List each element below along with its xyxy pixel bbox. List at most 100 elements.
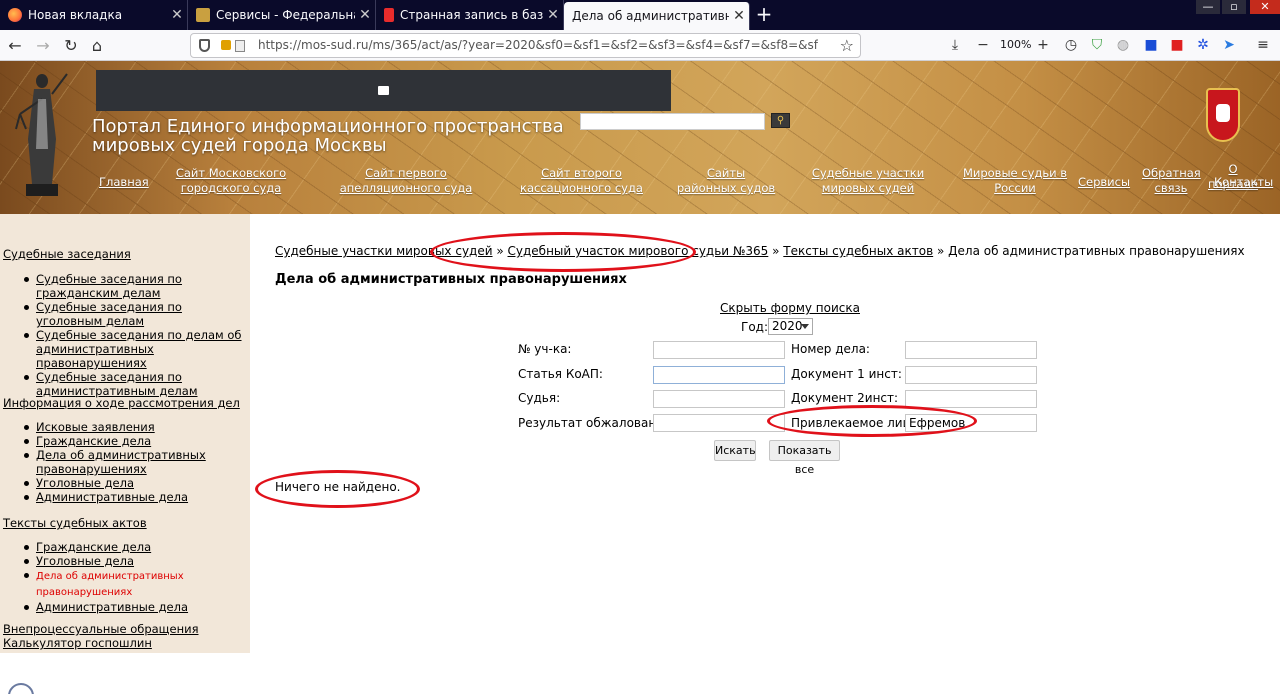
portal-title[interactable]: Портал Единого информационного пространс… [92, 117, 564, 155]
sidebar-item-sessions-admin-offenses[interactable]: Судебные заседания по делам об администр… [36, 328, 242, 370]
list-item: Административные дела [22, 600, 222, 614]
judge-input[interactable] [653, 390, 785, 408]
annotation-ellipse-no-results [255, 470, 420, 508]
year-value: 2020 [772, 319, 803, 333]
sidebar-item-sessions-criminal[interactable]: Судебные заседания по уголовным делам [36, 300, 182, 328]
bookmark-star-icon[interactable]: ☆ [840, 36, 854, 55]
sidebar-item-acts-administrative[interactable]: Административные дела [36, 600, 188, 614]
cursor-icon[interactable]: ➤ [1220, 36, 1238, 54]
sidebar-item-acts-criminal[interactable]: Уголовные дела [36, 554, 134, 568]
search-button[interactable]: Искать [714, 440, 756, 461]
page-title: Дела об административных правонарушениях [275, 272, 627, 287]
article-input[interactable] [653, 366, 785, 384]
history-icon[interactable]: ◷ [1062, 36, 1080, 54]
accessibility-glasses-icon[interactable] [378, 86, 389, 95]
breadcrumb-court-acts[interactable]: Тексты судебных актов [783, 244, 933, 258]
menu-icon[interactable]: ≡ [1254, 36, 1272, 54]
sidebar-item-civil-cases[interactable]: Гражданские дела [36, 434, 151, 448]
sidebar-item-sessions-administrative[interactable]: Судебные заседания по административным д… [36, 370, 198, 398]
close-icon[interactable]: ✕ [167, 7, 187, 23]
annotation-ellipse-breadcrumb [430, 232, 696, 272]
browser-tab-active[interactable]: Дела об административных прав ✕ [564, 2, 750, 30]
close-icon[interactable]: ✕ [729, 8, 749, 24]
sidebar-link-fee-calculator[interactable]: Калькулятор госпошлин [3, 636, 152, 650]
new-tab-button[interactable]: + [754, 3, 774, 25]
maximize-icon[interactable]: ▫ [1222, 0, 1246, 14]
doc1-input[interactable] [905, 366, 1037, 384]
nav-magistrate-sites[interactable]: Судебные участки мировых судей [792, 166, 944, 196]
tab-title: Дела об административных прав [572, 9, 729, 23]
list-item: Административные дела [22, 490, 222, 504]
breadcrumb: Судебные участки мировых судей » Судебны… [275, 244, 1245, 258]
nav-feedback[interactable]: Обратная связь [1142, 166, 1201, 196]
close-icon[interactable]: ✕ [355, 7, 375, 23]
nav-magistrates-russia[interactable]: Мировые судьи в России [962, 166, 1068, 196]
sidebar-item-sessions-civil[interactable]: Судебные заседания по гражданским делам [36, 272, 182, 300]
zoom-in-icon[interactable]: + [1034, 36, 1052, 54]
sidebar-item-acts-admin-offenses[interactable]: Дела об административных правонарушениях [36, 571, 184, 598]
tab-title: Сервисы - Федеральная служ [216, 8, 355, 22]
sidebar-heading-court-sessions[interactable]: Судебные заседания [3, 247, 131, 261]
sidebar-link-appeals[interactable]: Внепроцессуальные обращения [3, 622, 199, 636]
reload-icon[interactable]: ↻ [60, 35, 82, 57]
url-bar[interactable]: https://mos-sud.ru/ms/365/act/as/?year=2… [190, 33, 861, 58]
doc2-label: Документ 2инст: [791, 391, 899, 405]
browser-tab-strange-record[interactable]: Странная запись в базе данн ✕ [376, 0, 564, 30]
extension-shield-icon[interactable]: ⛉ [1088, 36, 1106, 54]
hide-search-form-link[interactable]: Скрыть форму поиска [720, 301, 860, 315]
uch-input[interactable] [653, 341, 785, 359]
list-item: Исковые заявления [22, 420, 222, 434]
breadcrumb-separator: » [768, 244, 784, 258]
close-icon[interactable]: ✕ [543, 7, 563, 23]
portal-title-line2: мировых судей города Москвы [92, 135, 387, 156]
window-close-icon[interactable]: ✕ [1250, 0, 1280, 14]
nav-moscow-city-court[interactable]: Сайт Московского городского суда [152, 166, 310, 196]
nav-contacts[interactable]: Контакты [1214, 175, 1273, 190]
browser-tab-new[interactable]: Новая вкладка ✕ [0, 0, 188, 30]
sidebar-item-administrative-cases[interactable]: Административные дела [36, 490, 188, 504]
sidebar-heading-case-progress[interactable]: Информация о ходе рассмотрения дел [3, 396, 240, 410]
doc2-input[interactable] [905, 390, 1037, 408]
sidebar-heading-court-acts[interactable]: Тексты судебных актов [3, 516, 147, 530]
nav-first-appeal-court[interactable]: Сайт первого апелляционного суда [322, 166, 490, 196]
case-number-label: Номер дела: [791, 342, 870, 356]
year-select[interactable]: 2020 [768, 318, 813, 335]
sidebar-list-acts: Гражданские дела Уголовные дела Дела об … [22, 540, 222, 614]
sidebar-list-cases: Исковые заявления Гражданские дела Дела … [22, 420, 222, 504]
download-icon[interactable]: ⤓ [946, 36, 964, 54]
lock-warning-icon[interactable] [221, 40, 231, 50]
url-text[interactable]: https://mos-sud.ru/ms/365/act/as/?year=2… [258, 38, 818, 52]
nav-district-courts[interactable]: Сайты районных судов [676, 166, 776, 196]
extension-blue-icon[interactable]: ■ [1142, 36, 1160, 54]
sidebar-item-criminal-cases[interactable]: Уголовные дела [36, 476, 134, 490]
forward-arrow-icon[interactable]: → [32, 35, 54, 57]
show-all-button[interactable]: Показать все [769, 440, 840, 476]
sidebar-item-claims[interactable]: Исковые заявления [36, 420, 155, 434]
back-arrow-icon[interactable]: ← [4, 35, 26, 57]
sidebar-item-admin-offense-cases[interactable]: Дела об административных правонарушениях [36, 448, 206, 476]
nav-home[interactable]: Главная [99, 175, 149, 190]
extension-gear-icon[interactable]: ✲ [1194, 36, 1212, 54]
browser-nav-bar: ← → ↻ ⌂ https://mos-sud.ru/ms/365/act/as… [0, 30, 1280, 61]
extension-red-icon[interactable]: ■ [1168, 36, 1186, 54]
globe-icon[interactable]: ◍ [1114, 36, 1132, 54]
list-item: Уголовные дела [22, 554, 222, 568]
article-label: Статья КоАП: [518, 367, 603, 381]
browser-tab-services[interactable]: Сервисы - Федеральная служ ✕ [188, 0, 376, 30]
nav-second-cassation-court[interactable]: Сайт второго кассационного суда [503, 166, 660, 196]
home-icon[interactable]: ⌂ [86, 35, 108, 57]
case-number-input[interactable] [905, 341, 1037, 359]
appeal-result-input[interactable] [653, 414, 785, 432]
nav-services[interactable]: Сервисы [1078, 175, 1130, 190]
list-item: Гражданские дела [22, 540, 222, 554]
zoom-level[interactable]: 100% [1000, 38, 1031, 51]
sidebar-item-acts-civil[interactable]: Гражданские дела [36, 540, 151, 554]
minimize-icon[interactable]: — [1196, 0, 1220, 14]
site-search-input[interactable] [580, 113, 765, 130]
header-top-bar [96, 70, 671, 111]
list-item: Судебные заседания по гражданским делам [22, 272, 244, 300]
shield-icon[interactable] [199, 39, 210, 52]
zoom-out-icon[interactable]: − [974, 36, 992, 54]
footer-logo-icon [8, 683, 34, 694]
search-icon[interactable]: ⚲ [771, 113, 790, 128]
